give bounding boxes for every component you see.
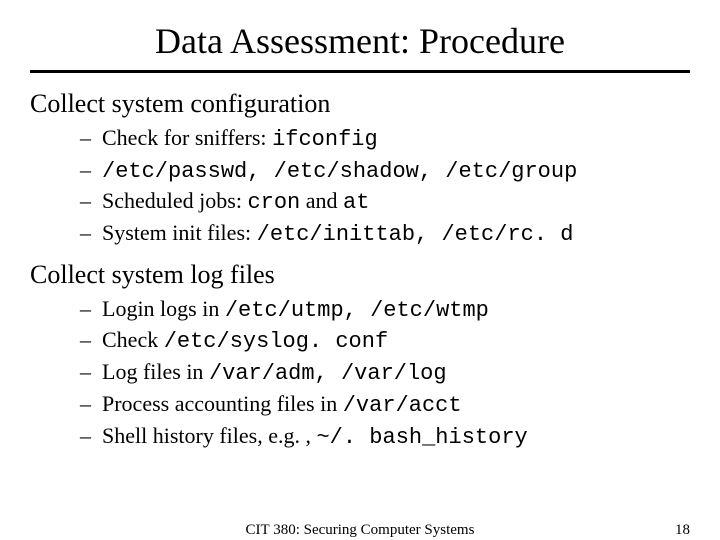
item-content: Login logs in /etc/utmp, /etc/wtmp bbox=[102, 294, 690, 326]
list-item: – System init files: /etc/inittab, /etc/… bbox=[80, 218, 690, 250]
section-heading-2: Collect system log files bbox=[30, 260, 690, 290]
bullet-dash: – bbox=[80, 389, 102, 421]
item-content: Check for sniffers: ifconfig bbox=[102, 123, 690, 155]
item-content: Scheduled jobs: cron and at bbox=[102, 186, 690, 218]
item-code: ifconfig bbox=[272, 127, 378, 152]
bullet-dash: – bbox=[80, 357, 102, 389]
bullet-dash: – bbox=[80, 186, 102, 218]
title-rule bbox=[30, 70, 690, 73]
item-text: Process accounting files in bbox=[102, 391, 343, 416]
item-code: /etc/inittab, /etc/rc. d bbox=[257, 222, 574, 247]
item-content: Shell history files, e.g. , ~/. bash_his… bbox=[102, 421, 690, 453]
item-text: Check for sniffers: bbox=[102, 125, 272, 150]
item-code: cron bbox=[247, 190, 300, 215]
item-text: Login logs in bbox=[102, 296, 225, 321]
bullet-dash: – bbox=[80, 325, 102, 357]
item-content: Log files in /var/adm, /var/log bbox=[102, 357, 690, 389]
bullet-dash: – bbox=[80, 123, 102, 155]
footer-page-number: 18 bbox=[675, 522, 690, 539]
section-heading-1: Collect system configuration bbox=[30, 89, 690, 119]
list-item: – Check for sniffers: ifconfig bbox=[80, 123, 690, 155]
item-text: Scheduled jobs: bbox=[102, 188, 247, 213]
bullet-dash: – bbox=[80, 218, 102, 250]
bullet-dash: – bbox=[80, 294, 102, 326]
bullet-dash: – bbox=[80, 421, 102, 453]
bullet-list-2: – Login logs in /etc/utmp, /etc/wtmp – C… bbox=[80, 294, 690, 452]
item-content: Process accounting files in /var/acct bbox=[102, 389, 690, 421]
item-code: at bbox=[343, 190, 369, 215]
list-item: – Check /etc/syslog. conf bbox=[80, 325, 690, 357]
item-text: Check bbox=[102, 327, 164, 352]
item-code: ~/. bash_history bbox=[316, 425, 527, 450]
list-item: – Process accounting files in /var/acct bbox=[80, 389, 690, 421]
item-text: System init files: bbox=[102, 220, 257, 245]
item-content: /etc/passwd, /etc/shadow, /etc/group bbox=[102, 155, 690, 187]
item-text: and bbox=[300, 188, 343, 213]
item-code: /var/acct bbox=[343, 393, 462, 418]
list-item: – Login logs in /etc/utmp, /etc/wtmp bbox=[80, 294, 690, 326]
item-code: /etc/passwd, /etc/shadow, /etc/group bbox=[102, 159, 577, 184]
bullet-dash: – bbox=[80, 155, 102, 187]
item-code: /etc/syslog. conf bbox=[164, 329, 388, 354]
list-item: – Log files in /var/adm, /var/log bbox=[80, 357, 690, 389]
footer-course: CIT 380: Securing Computer Systems bbox=[0, 522, 720, 539]
item-content: System init files: /etc/inittab, /etc/rc… bbox=[102, 218, 690, 250]
item-code: /var/adm, /var/log bbox=[209, 361, 447, 386]
slide: Data Assessment: Procedure Collect syste… bbox=[0, 0, 720, 540]
list-item: – Scheduled jobs: cron and at bbox=[80, 186, 690, 218]
item-text: Shell history files, e.g. , bbox=[102, 423, 316, 448]
slide-title: Data Assessment: Procedure bbox=[30, 20, 690, 62]
list-item: – /etc/passwd, /etc/shadow, /etc/group bbox=[80, 155, 690, 187]
list-item: – Shell history files, e.g. , ~/. bash_h… bbox=[80, 421, 690, 453]
bullet-list-1: – Check for sniffers: ifconfig – /etc/pa… bbox=[80, 123, 690, 250]
item-code: /etc/utmp, /etc/wtmp bbox=[225, 298, 489, 323]
item-content: Check /etc/syslog. conf bbox=[102, 325, 690, 357]
item-text: Log files in bbox=[102, 359, 209, 384]
